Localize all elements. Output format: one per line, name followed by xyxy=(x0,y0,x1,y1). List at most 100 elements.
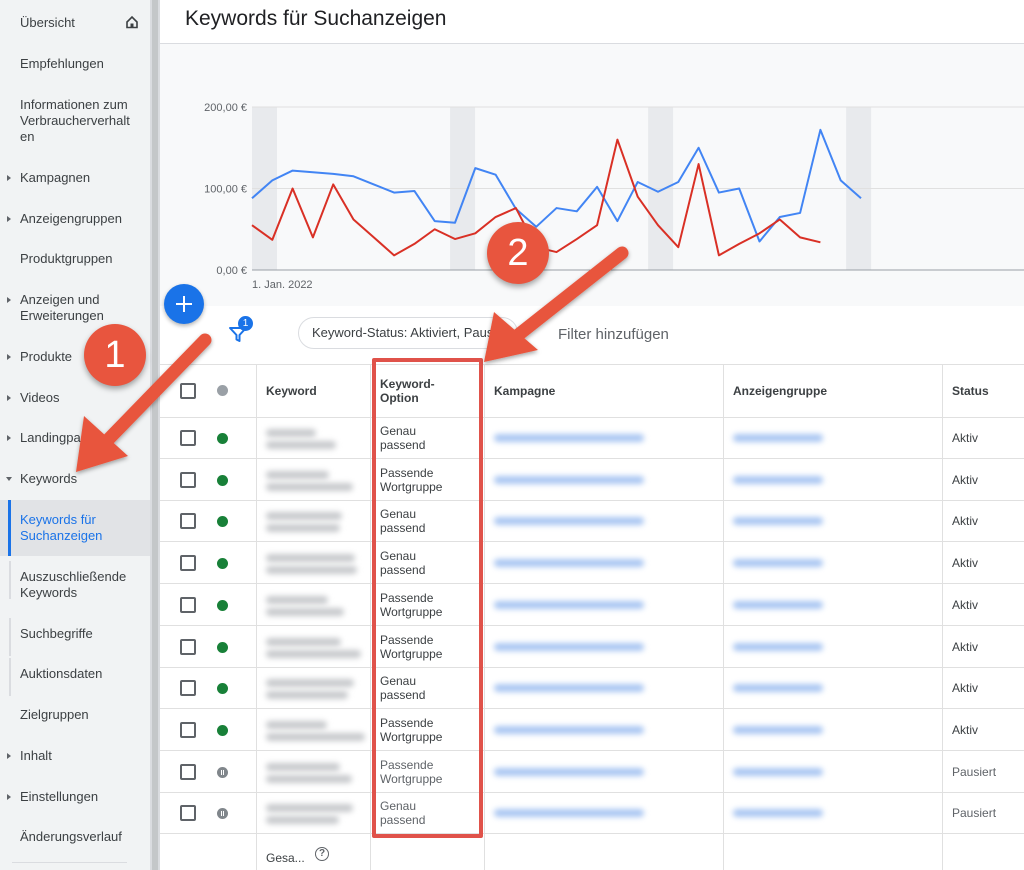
y-tick-label: 0,00 € xyxy=(216,265,247,277)
row-checkbox[interactable] xyxy=(180,471,196,488)
keywords-table: Keyword Keyword-Option Kampagne Anzeigen… xyxy=(160,364,1024,870)
table-toolbar: 1 Keyword-Status: Aktiviert, Pausiert Fi… xyxy=(160,284,1024,364)
keyword-column-header[interactable]: Keyword xyxy=(266,384,317,398)
sidebar-item-16[interactable]: Inhalt xyxy=(0,748,150,764)
help-icon[interactable]: ? xyxy=(315,847,329,861)
table-row: Passende Wortgruppe Aktiv xyxy=(160,626,1024,668)
filter-count-badge: 1 xyxy=(238,316,253,331)
campaign-link-redacted[interactable] xyxy=(494,434,644,442)
keyword-cell-redacted xyxy=(266,607,344,616)
sidebar-item-4[interactable]: Anzeigengruppen xyxy=(0,211,150,227)
enabled-status-icon[interactable] xyxy=(217,641,228,653)
sidebar-item-14[interactable]: Auktionsdaten xyxy=(0,658,150,696)
status-column-header[interactable]: Status xyxy=(952,384,989,398)
caret-right-icon xyxy=(7,753,11,759)
campaign-link-redacted[interactable] xyxy=(494,517,644,526)
sidebar-scrollbar[interactable] xyxy=(150,0,160,870)
ad-group-link-redacted[interactable] xyxy=(733,475,823,484)
sidebar-item-label: Kampagnen xyxy=(20,170,91,185)
paused-status-icon[interactable] xyxy=(217,766,228,778)
campaign-link-redacted[interactable] xyxy=(494,725,644,734)
campaign-link-redacted[interactable] xyxy=(494,475,644,484)
status-cell: Aktiv xyxy=(952,639,979,654)
status-cell: Aktiv xyxy=(952,514,979,529)
sidebar-divider xyxy=(12,862,127,863)
caret-right-icon xyxy=(7,794,11,800)
sidebar-item-9[interactable]: Landingpages xyxy=(0,430,150,446)
sidebar-item-11[interactable]: Keywords für Suchanzeigen xyxy=(0,500,150,556)
y-tick-label: 200,00 € xyxy=(204,102,247,114)
row-checkbox[interactable] xyxy=(180,430,196,446)
status-cell: Aktiv xyxy=(952,556,979,571)
y-tick-label: 100,00 € xyxy=(204,184,247,196)
campaign-link-redacted[interactable] xyxy=(494,600,644,609)
add-filter-button[interactable]: Filter hinzufügen xyxy=(558,326,669,343)
series-line-blue xyxy=(251,128,862,243)
sidebar-item-2[interactable]: Informationen zum Verbraucherverhalt en xyxy=(0,97,150,145)
ad-group-link-redacted[interactable] xyxy=(733,517,823,526)
table-row: Genau passend Aktiv xyxy=(160,500,1024,543)
ad-group-link-redacted[interactable] xyxy=(733,600,823,609)
row-checkbox[interactable] xyxy=(180,680,196,697)
enabled-status-icon[interactable] xyxy=(217,516,228,528)
sidebar-item-label: Landingpages xyxy=(20,430,102,445)
sidebar-item-17[interactable]: Einstellungen xyxy=(0,789,150,805)
status-column-header-dot[interactable] xyxy=(217,385,228,396)
row-checkbox[interactable] xyxy=(180,555,196,572)
campaign-link-redacted[interactable] xyxy=(494,642,644,651)
enabled-status-icon[interactable] xyxy=(217,433,228,444)
campaign-link-redacted[interactable] xyxy=(494,559,644,568)
enabled-status-icon[interactable] xyxy=(217,724,228,736)
select-all-checkbox[interactable] xyxy=(180,383,196,399)
sidebar-item-10[interactable]: Keywords xyxy=(0,471,150,487)
row-checkbox[interactable] xyxy=(180,513,196,530)
table-row: Passende Wortgruppe Aktiv xyxy=(160,584,1024,626)
sidebar-item-6[interactable]: Anzeigen und Erweiterungen xyxy=(0,292,150,324)
keyword-status-filter-chip[interactable]: Keyword-Status: Aktiviert, Pausiert xyxy=(298,317,518,349)
row-checkbox[interactable] xyxy=(180,763,196,780)
ad-group-link-redacted[interactable] xyxy=(733,559,823,568)
sidebar-item-8[interactable]: Videos xyxy=(0,390,150,406)
keyword-cell-redacted xyxy=(266,482,353,491)
ad-group-column-header[interactable]: Anzeigengruppe xyxy=(733,384,827,398)
sidebar-item-5[interactable]: Produktgruppen xyxy=(0,251,150,267)
campaign-link-redacted[interactable] xyxy=(494,809,644,818)
enabled-status-icon[interactable] xyxy=(217,474,228,486)
sidebar-item-1[interactable]: Empfehlungen xyxy=(0,56,150,72)
ad-group-link-redacted[interactable] xyxy=(733,767,823,776)
sidebar-item-3[interactable]: Kampagnen xyxy=(0,170,150,186)
ad-group-link-redacted[interactable] xyxy=(733,434,823,442)
scrollbar-thumb[interactable] xyxy=(152,0,158,870)
table-row: Genau passend Aktiv xyxy=(160,542,1024,585)
sidebar-item-15[interactable]: Zielgruppen xyxy=(0,707,150,723)
row-checkbox[interactable] xyxy=(180,596,196,613)
caret-right-icon xyxy=(7,354,11,360)
sidebar-item-12[interactable]: Auszuschließende Keywords xyxy=(0,561,150,601)
ad-group-link-redacted[interactable] xyxy=(733,684,823,693)
ad-group-link-redacted[interactable] xyxy=(733,809,823,818)
keyword-cell-redacted xyxy=(266,804,353,813)
home-icon[interactable] xyxy=(125,15,139,29)
row-checkbox[interactable] xyxy=(180,805,196,822)
sidebar-item-13[interactable]: Suchbegriffe xyxy=(0,618,150,656)
ad-group-link-redacted[interactable] xyxy=(733,642,823,651)
caret-right-icon xyxy=(7,395,11,401)
sidebar-item-18[interactable]: Änderungsverlauf xyxy=(0,829,150,845)
table-row: Genau passend Aktiv xyxy=(160,417,1024,459)
campaign-link-redacted[interactable] xyxy=(494,684,644,693)
campaign-link-redacted[interactable] xyxy=(494,767,644,776)
enabled-status-icon[interactable] xyxy=(217,558,228,570)
enabled-status-icon[interactable] xyxy=(217,683,228,695)
paused-status-icon[interactable] xyxy=(217,808,228,820)
table-row: Passende Wortgruppe Pausiert xyxy=(160,751,1024,793)
row-checkbox[interactable] xyxy=(180,721,196,738)
campaign-column-header[interactable]: Kampagne xyxy=(494,384,555,398)
row-checkbox[interactable] xyxy=(180,638,196,655)
add-keyword-button[interactable] xyxy=(164,284,204,324)
keyword-cell-redacted xyxy=(266,691,348,700)
enabled-status-icon[interactable] xyxy=(217,599,228,611)
sidebar-item-label: Zielgruppen xyxy=(20,707,89,722)
table-row: Passende Wortgruppe Aktiv xyxy=(160,459,1024,501)
keyword-cell-redacted xyxy=(266,774,352,783)
ad-group-link-redacted[interactable] xyxy=(733,725,823,734)
